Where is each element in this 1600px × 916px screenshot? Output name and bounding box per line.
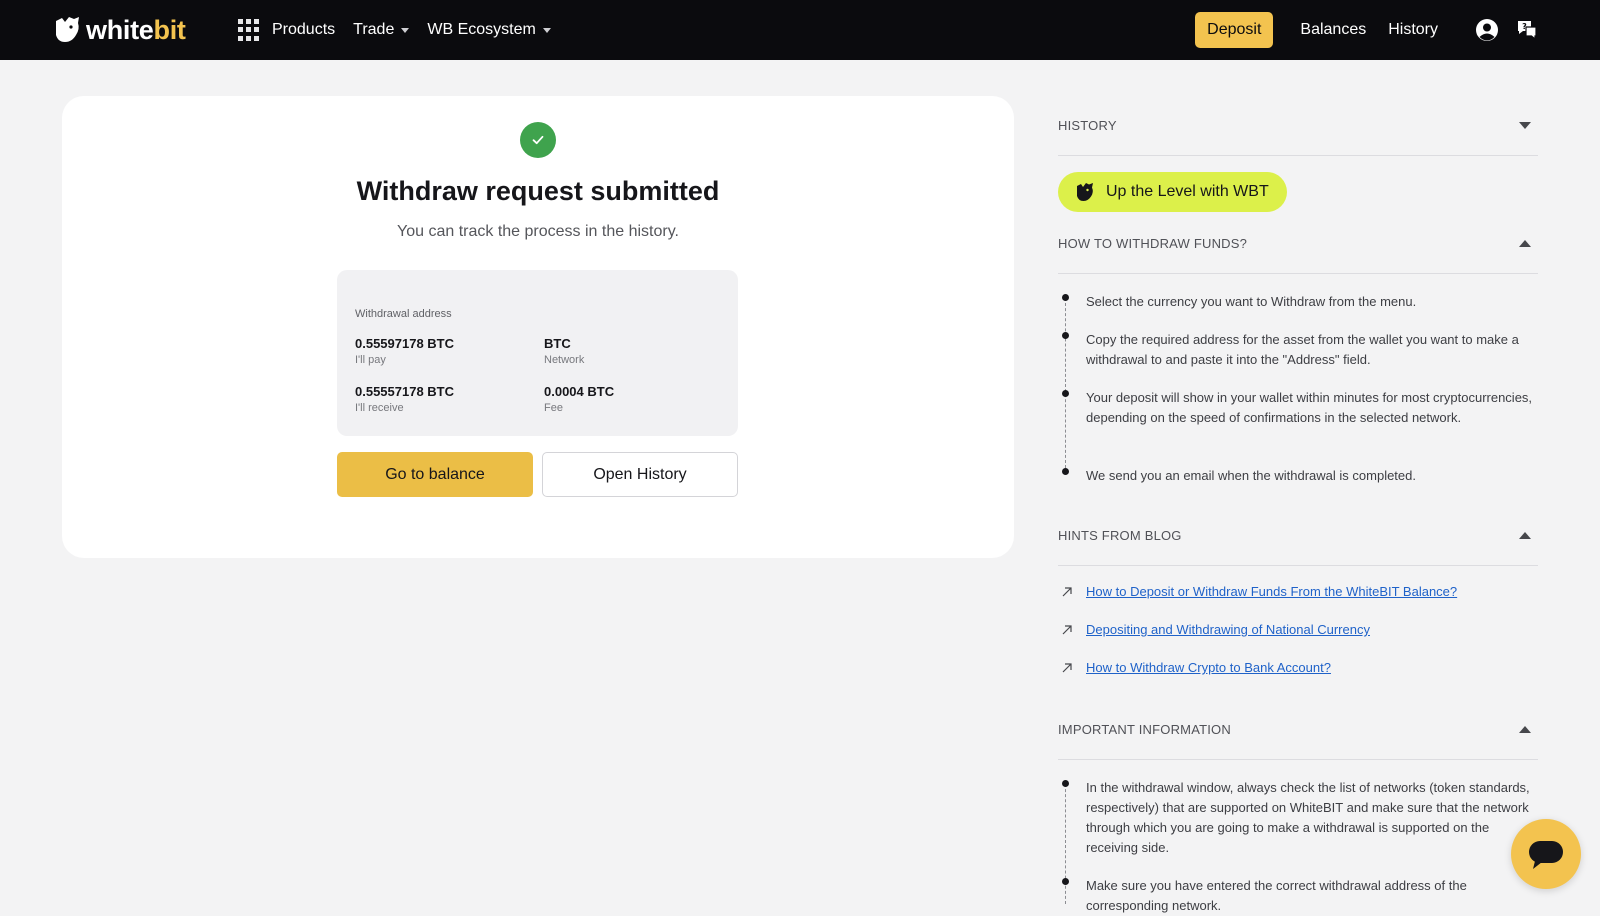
page-subtitle: You can track the process in the history…: [397, 223, 679, 240]
steps-timeline-line: [1065, 298, 1066, 468]
list-item: In the withdrawal window, always check t…: [1058, 778, 1538, 858]
how-to-withdraw-section-header[interactable]: HOW TO WITHDRAW FUNDS?: [1058, 214, 1538, 274]
withdrawal-address-label: Withdrawal address: [355, 308, 452, 320]
logo-text-bit: bit: [153, 14, 186, 45]
balances-link[interactable]: Balances: [1300, 21, 1366, 39]
blog-link-label: How to Withdraw Crypto to Bank Account?: [1086, 660, 1331, 675]
step-text: Select the currency you want to Withdraw…: [1086, 294, 1417, 309]
history-section-header[interactable]: HISTORY: [1058, 96, 1538, 156]
blog-link-label: How to Deposit or Withdraw Funds From th…: [1086, 584, 1458, 599]
fee-label: Fee: [544, 402, 563, 414]
nav-trade-label: Trade: [353, 21, 395, 38]
bullet-dot: [1062, 780, 1069, 787]
step-text: Your deposit will show in your wallet wi…: [1086, 390, 1533, 425]
live-chat-button[interactable]: [1511, 819, 1581, 889]
how-to-withdraw-steps: Select the currency you want to Withdraw…: [1058, 292, 1538, 483]
bullet-dot: [1062, 294, 1069, 301]
pay-amount-value: 0.55597178 BTC: [355, 336, 455, 351]
blog-link-label: Depositing and Withdrawing of National C…: [1086, 622, 1370, 637]
network-label: Network: [544, 354, 585, 366]
withdrawal-summary: Withdrawal address 0.55597178 BTC I'll p…: [337, 270, 738, 436]
list-item: Select the currency you want to Withdraw…: [1058, 292, 1538, 312]
header-actions: Deposit Balances History ?: [1195, 0, 1540, 60]
up-level-wbt-button[interactable]: Up the Level with WBT: [1058, 172, 1287, 212]
receive-amount-value: 0.55557178 BTC: [355, 384, 455, 399]
receive-amount: 0.55557178 BTC I'll receive: [355, 384, 454, 414]
fee-value: 0.0004 BTC: [544, 384, 615, 399]
external-arrow-icon: [1062, 662, 1072, 672]
chat-bubble-icon: [1529, 841, 1563, 869]
support-help-icon[interactable]: ?: [1514, 17, 1540, 43]
history-link[interactable]: History: [1388, 21, 1438, 39]
withdraw-success-card: Withdraw request submitted You can track…: [62, 96, 1014, 558]
hints-from-blog-title: HINTS FROM BLOG: [1058, 528, 1182, 543]
nav-wb-ecosystem[interactable]: WB Ecosystem: [427, 21, 551, 39]
deposit-button[interactable]: Deposit: [1195, 12, 1274, 48]
blog-link-crypto-to-bank[interactable]: How to Withdraw Crypto to Bank Account?: [1058, 660, 1331, 675]
nav-trade[interactable]: Trade: [353, 21, 410, 39]
bullet-dot: [1062, 468, 1069, 475]
bullet-dot: [1062, 332, 1069, 339]
chevron-up-icon: [1519, 532, 1531, 539]
step-text: We send you an email when the withdrawal…: [1086, 468, 1416, 483]
bullet-dot: [1062, 390, 1069, 397]
list-item: Copy the required address for the asset …: [1058, 330, 1538, 370]
list-item: Make sure you have entered the correct w…: [1058, 876, 1538, 916]
list-item: Your deposit will show in your wallet wi…: [1058, 388, 1538, 428]
external-arrow-icon: [1062, 624, 1072, 634]
success-check-icon: [520, 122, 556, 158]
pay-amount-label: I'll pay: [355, 354, 386, 366]
fee: 0.0004 BTC Fee: [544, 384, 614, 414]
blog-link-deposit-withdraw[interactable]: How to Deposit or Withdraw Funds From th…: [1058, 584, 1457, 599]
nav-products[interactable]: Products: [272, 21, 335, 39]
important-information-title: IMPORTANT INFORMATION: [1058, 722, 1231, 737]
chevron-down-icon: [401, 27, 410, 33]
history-section-title: HISTORY: [1058, 118, 1117, 133]
chevron-up-icon: [1519, 240, 1531, 247]
important-text: Make sure you have entered the correct w…: [1086, 878, 1467, 913]
network: BTC Network: [544, 336, 584, 366]
nav-ecosystem-label: WB Ecosystem: [427, 21, 536, 38]
up-level-wbt-label: Up the Level with WBT: [1106, 183, 1269, 200]
important-information-section-header[interactable]: IMPORTANT INFORMATION: [1058, 700, 1538, 760]
logo-text-white: white: [86, 14, 154, 45]
nav-products-label: Products: [272, 21, 336, 38]
top-navigation-bar: whitebit Products Trade WB Ecosystem Dep…: [0, 0, 1600, 60]
whitebit-logo-icon: [1077, 183, 1093, 201]
external-arrow-icon: [1062, 586, 1072, 596]
important-text: In the withdrawal window, always check t…: [1086, 780, 1530, 855]
blog-link-national-currency[interactable]: Depositing and Withdrawing of National C…: [1058, 622, 1370, 637]
open-history-button[interactable]: Open History: [542, 452, 738, 497]
main-nav: Products Trade WB Ecosystem: [238, 0, 569, 60]
list-item: We send you an email when the withdrawal…: [1058, 466, 1538, 486]
how-to-withdraw-title: HOW TO WITHDRAW FUNDS?: [1058, 236, 1248, 251]
svg-text:?: ?: [1522, 22, 1527, 31]
receive-amount-label: I'll receive: [355, 402, 404, 414]
whitebit-logo-icon: [56, 17, 79, 42]
go-to-balance-button[interactable]: Go to balance: [337, 452, 533, 497]
important-information-list: In the withdrawal window, always check t…: [1058, 778, 1538, 913]
hints-from-blog-section-header[interactable]: HINTS FROM BLOG: [1058, 506, 1538, 566]
page-title: Withdraw request submitted: [356, 176, 720, 206]
chevron-up-icon: [1519, 726, 1531, 733]
pay-amount: 0.55597178 BTC I'll pay: [355, 336, 454, 366]
network-value: BTC: [544, 336, 571, 351]
user-account-icon[interactable]: [1474, 17, 1500, 43]
bullet-dot: [1062, 878, 1069, 885]
chevron-down-icon: [542, 27, 551, 33]
step-text: Copy the required address for the asset …: [1086, 332, 1519, 367]
whitebit-logo[interactable]: whitebit: [52, 14, 186, 46]
apps-grid-icon[interactable]: [238, 19, 260, 41]
chevron-down-icon: [1519, 122, 1531, 129]
